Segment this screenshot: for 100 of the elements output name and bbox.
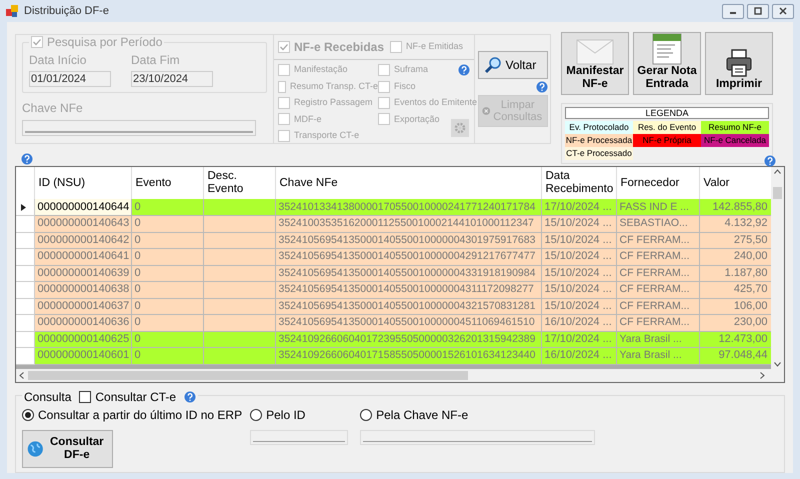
table-cell: 35241056954135000140550010000004311172098277	[275, 282, 541, 298]
table-cell: 000000000140643	[34, 216, 131, 232]
scroll-thumb[interactable]	[773, 187, 782, 199]
table-cell: 0	[131, 348, 203, 364]
table-cell	[203, 348, 275, 364]
action-button[interactable]: Manifestar NF-e	[561, 32, 629, 95]
action-button[interactable]: Imprimir	[705, 32, 773, 95]
help-icon[interactable]	[458, 64, 470, 76]
table-cell: 0	[131, 314, 203, 331]
table-cell: 35241056954135000140550010000004291217677477	[275, 248, 541, 265]
table-cell: 0	[131, 282, 203, 298]
clear-icon	[482, 104, 490, 118]
app-icon	[6, 5, 18, 17]
table-cell: 000000000140638	[34, 282, 131, 298]
table-cell: 000000000140601	[34, 348, 131, 364]
radio-label: Pela Chave NF-e	[376, 407, 468, 424]
current-row-icon	[21, 204, 26, 210]
table-cell: CF FERRAM...	[616, 314, 699, 331]
checkbox-label: MDF-e	[294, 112, 322, 126]
close-button[interactable]	[772, 4, 794, 18]
legend-item: Ev. Protocolado	[565, 121, 633, 134]
settings-button[interactable]	[451, 119, 469, 137]
legend-item: NF-e Própria	[633, 134, 701, 147]
help-icon[interactable]	[184, 391, 196, 403]
legend-item: CT-e Processado	[565, 147, 633, 160]
query-button[interactable]: Consultar DF-e	[22, 430, 113, 468]
checkbox-label: Suframa	[394, 63, 428, 76]
table-row[interactable]: 000000000140601 0 35241092660604017158550500001526101634123440 16/10/2024 ... Yara Brasil ... 97.048,44	[16, 348, 771, 364]
checkbox-label: Registro Passagem	[294, 96, 373, 110]
key-field[interactable]	[360, 430, 596, 445]
close-icon	[779, 7, 787, 15]
action-button[interactable]: Gerar Nota Entrada	[633, 32, 701, 95]
vertical-scrollbar[interactable]	[771, 167, 784, 369]
legend-title: LEGENDA	[565, 107, 769, 119]
id-field[interactable]	[250, 430, 348, 445]
table-cell	[203, 282, 275, 298]
table-cell: 16/10/2024 ...	[541, 348, 616, 364]
scroll-down-icon	[774, 362, 781, 367]
legend-item: NF-e Processada	[565, 134, 633, 147]
checkbox-label: Exportação	[394, 112, 440, 126]
window-title: Distribuição DF-e	[24, 4, 109, 19]
gear-icon	[454, 122, 466, 134]
help-icon[interactable]	[536, 81, 548, 93]
checkbox[interactable]	[79, 391, 92, 403]
checkbox-label: Pesquisa por Período	[47, 34, 162, 51]
table-cell: 000000000140641	[34, 248, 131, 265]
field-label: Data Fim	[131, 52, 181, 69]
checkbox-label: Consultar CT-e	[95, 389, 176, 406]
horizontal-scrollbar[interactable]	[16, 369, 784, 382]
table-cell: Yara Brasil ...	[616, 348, 699, 364]
table-cell: 35241003535162000112550010002144101000112347	[275, 216, 541, 232]
legend-item: NF-e Cancelada	[701, 134, 769, 147]
table-cell: 15/10/2024 ...	[541, 248, 616, 265]
minimize-button[interactable]	[722, 4, 744, 18]
help-icon[interactable]	[21, 153, 33, 165]
field-label: Data Início	[29, 52, 88, 69]
table-cell: 35241056954135000140550010000004511069461510	[275, 314, 541, 331]
magnifier-icon	[484, 56, 502, 74]
table-cell: CF FERRAM...	[616, 282, 699, 298]
envelope-icon	[576, 39, 614, 65]
radio-button[interactable]	[360, 409, 372, 421]
table-row[interactable]: 000000000140644 0 35241013341380000170550010000241771240171784 17/10/2024 ... FASS IND E ... 142.855,80	[16, 199, 771, 216]
table-cell: 16/10/2024 ...	[541, 314, 616, 331]
spreadsheet-icon	[651, 33, 683, 65]
table-cell	[203, 314, 275, 331]
radio-label: Pelo ID	[266, 407, 306, 424]
table-cell: 0	[131, 216, 203, 232]
key-field[interactable]	[22, 120, 256, 136]
scroll-right-icon	[760, 372, 765, 379]
scroll-left-icon	[19, 372, 24, 379]
table-cell: CF FERRAM...	[616, 248, 699, 265]
scroll-thumb[interactable]	[28, 371, 468, 380]
maximize-icon	[754, 7, 762, 15]
maximize-button[interactable]	[747, 4, 769, 18]
legend-item: Resumo NF-e	[701, 121, 769, 134]
table-cell: 000000000140636	[34, 314, 131, 331]
table-cell: 0	[131, 248, 203, 265]
table-cell	[203, 216, 275, 232]
table-cell: 000000000140644	[34, 199, 131, 216]
field-label: Chave NFe	[22, 100, 84, 117]
table-cell: 35241092660604017158550500001526101634123440	[275, 348, 541, 364]
table-cell: SEBASTIAO...	[616, 216, 699, 232]
group-title: Consulta	[24, 389, 72, 406]
table-cell: 15/10/2024 ...	[541, 282, 616, 298]
checkbox-label: NF-e Recebidas	[294, 39, 384, 56]
checkbox-label: Eventos do Emitente	[394, 96, 478, 110]
printer-icon	[724, 48, 754, 78]
help-icon[interactable]	[764, 155, 776, 167]
checkbox-label: NF-e Emitidas	[406, 40, 464, 54]
back-button[interactable]: Voltar	[478, 51, 548, 79]
table-row[interactable]: 000000000140625 0 35241092660604017239550500000326201315942389 17/10/2024 ... Yara Brasil ... 12.473,00	[16, 331, 771, 348]
checkbox-label: Manifestação	[294, 63, 348, 76]
table-cell: 15/10/2024 ...	[541, 216, 616, 232]
checkbox-label: Transporte CT-e	[294, 129, 360, 142]
radio-button[interactable]	[250, 409, 262, 421]
scroll-up-icon	[774, 169, 781, 174]
checkbox-label: Fisco	[394, 80, 416, 93]
checkbox-label: Resumo Transp. CT-e	[290, 80, 378, 93]
radio-button[interactable]	[22, 409, 34, 421]
legend-item: Res. do Evento	[633, 121, 701, 134]
